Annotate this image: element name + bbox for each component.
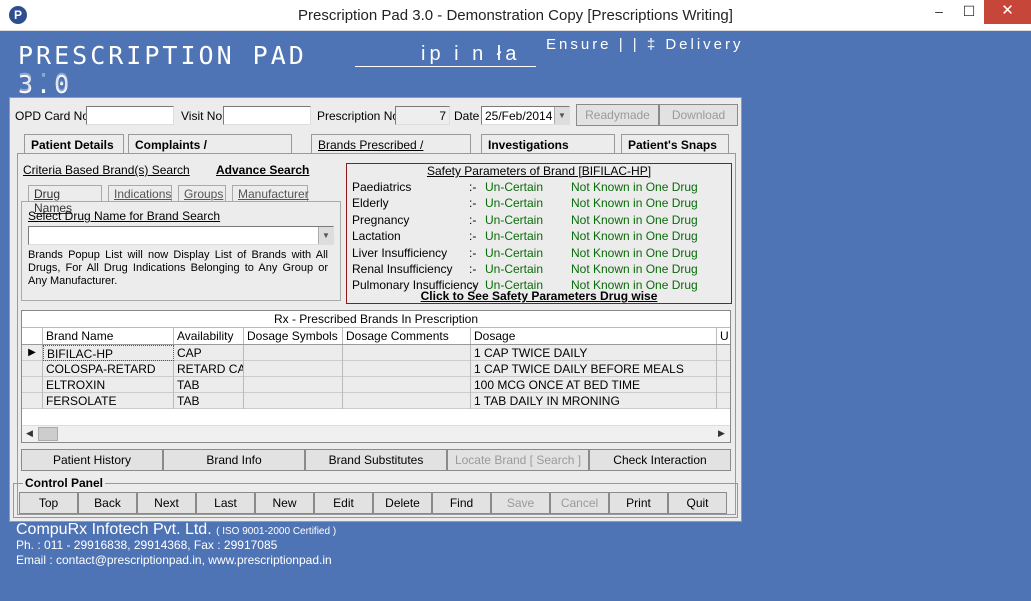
subtab-indications[interactable]: Indications xyxy=(108,185,172,201)
grid-title: Rx - Prescribed Brands In Prescription xyxy=(22,311,730,328)
table-row[interactable]: ELTROXIN TAB 100 MCG ONCE AT BED TIME xyxy=(22,377,730,393)
check-interaction-button[interactable]: Check Interaction xyxy=(589,449,731,471)
col-dosage-comments[interactable]: Dosage Comments xyxy=(343,328,471,344)
tab-patient-details[interactable]: Patient Details xyxy=(24,134,124,154)
company-email: Email : contact@prescriptionpad.in, www.… xyxy=(16,553,332,567)
company-phone: Ph. : 011 - 29916838, 29914368, Fax : 29… xyxy=(16,538,278,552)
banner-slogan-right: Ensure | | ‡ Delivery xyxy=(546,36,744,53)
top-button[interactable]: Top xyxy=(19,492,78,514)
opd-card-label: OPD Card No xyxy=(15,109,90,123)
scroll-thumb[interactable] xyxy=(38,427,58,441)
maximize-button[interactable]: ☐ xyxy=(954,0,984,24)
advance-search-link[interactable]: Advance Search xyxy=(216,163,309,177)
find-button[interactable]: Find xyxy=(432,492,491,514)
tab-investigations-details[interactable]: Investigations Details xyxy=(481,134,615,166)
drug-search-box: Select Drug Name for Brand Search ▼ Bran… xyxy=(21,201,341,301)
iso-certification: ( ISO 9001-2000 Certified ) xyxy=(216,526,337,537)
minimize-button[interactable]: – xyxy=(924,0,954,24)
delete-button[interactable]: Delete xyxy=(373,492,432,514)
brands-tab-panel: Criteria Based Brand(s) Search Advance S… xyxy=(17,153,736,515)
date-value: 25/Feb/2014 xyxy=(485,109,553,123)
col-dosage-symbols[interactable]: Dosage Symbols xyxy=(244,328,343,344)
table-row[interactable]: FERSOLATE TAB 1 TAB DAILY IN MRONING xyxy=(22,393,730,409)
next-button[interactable]: Next xyxy=(137,492,196,514)
subtab-groups[interactable]: Groups xyxy=(178,185,226,201)
chevron-down-icon[interactable]: ▼ xyxy=(554,107,569,124)
scroll-left-icon[interactable]: ◀ xyxy=(26,428,33,439)
prescription-no-label: Prescription No xyxy=(317,109,400,123)
table-row[interactable]: COLOSPA-RETARD RETARD CA 1 CAP TWICE DAI… xyxy=(22,361,730,377)
safety-parameters-box: Safety Parameters of Brand [BIFILAC-HP] … xyxy=(346,163,732,304)
banner-underline xyxy=(355,66,536,67)
criteria-search-link[interactable]: Criteria Based Brand(s) Search xyxy=(23,163,190,177)
date-label: Date xyxy=(454,109,480,123)
col-dosage[interactable]: Dosage xyxy=(471,328,717,344)
control-panel-caption: Control Panel xyxy=(23,476,106,490)
subtab-manufacturer[interactable]: Manufacturer xyxy=(232,185,309,201)
prescription-no-field: 7 xyxy=(395,106,450,125)
save-button[interactable]: Save xyxy=(491,492,550,514)
last-button[interactable]: Last xyxy=(196,492,255,514)
banner-slogan: ip i n ła Ensure | | ‡ Delivery xyxy=(347,33,790,97)
opd-card-field[interactable] xyxy=(86,106,174,125)
patient-history-button[interactable]: Patient History xyxy=(21,449,163,471)
table-row[interactable]: ▶ BIFILAC-HP CAP 1 CAP TWICE DAILY xyxy=(22,345,730,361)
readymade-button[interactable]: Readymade xyxy=(576,104,659,126)
banner-slogan-left: ip i n ła xyxy=(421,43,521,65)
company-name: CompuRx Infotech Pvt. Ltd. xyxy=(16,521,212,538)
close-button[interactable]: ✕ xyxy=(984,0,1031,24)
prescription-form: OPD Card No Visit No Prescription No 7 D… xyxy=(9,97,742,522)
visit-no-label: Visit No xyxy=(181,109,223,123)
grid-header: Brand Name Availability Dosage Symbols D… xyxy=(22,328,730,345)
company-info: CompuRx Infotech Pvt. Ltd. ( ISO 9001-20… xyxy=(16,521,336,539)
col-u[interactable]: U xyxy=(717,328,730,344)
window-titlebar: P Prescription Pad 3.0 - Demonstration C… xyxy=(0,0,1031,31)
grid-horizontal-scrollbar[interactable]: ◀ ▶ xyxy=(22,425,730,442)
banner-logo: PRESCRIPTION PAD 3.0 PRESCRIPTION PAD 3.… xyxy=(10,33,347,125)
tab-brands-prescribed[interactable]: Brands Prescribed / Dosage xyxy=(311,134,471,166)
safety-caption: Safety Parameters of Brand [BIFILAC-HP] xyxy=(426,164,652,178)
cancel-button[interactable]: Cancel xyxy=(550,492,609,514)
download-button[interactable]: Download xyxy=(659,104,738,126)
new-button[interactable]: New xyxy=(255,492,314,514)
subtab-drug-names[interactable]: Drug Names xyxy=(28,185,102,215)
brands-info-text: Brands Popup List will now Display List … xyxy=(28,249,328,287)
safety-drugwise-link[interactable]: Click to See Safety Parameters Drug wise xyxy=(347,289,731,303)
locate-brand-button[interactable]: Locate Brand [ Search ] xyxy=(447,449,589,471)
date-picker[interactable]: 25/Feb/2014 ▼ xyxy=(481,106,570,125)
col-availability[interactable]: Availability xyxy=(174,328,244,344)
row-pointer-icon: ▶ xyxy=(22,345,43,361)
brand-substitutes-button[interactable]: Brand Substitutes xyxy=(305,449,447,471)
tab-patients-snaps[interactable]: Patient's Snaps xyxy=(621,134,729,154)
control-panel: Control Panel Top Back Next Last New Edi… xyxy=(13,476,738,518)
drug-name-select[interactable]: ▼ xyxy=(28,226,334,245)
back-button[interactable]: Back xyxy=(78,492,137,514)
window-title: Prescription Pad 3.0 - Demonstration Cop… xyxy=(298,7,733,24)
scroll-right-icon[interactable]: ▶ xyxy=(718,428,725,439)
prescribed-brands-grid: Rx - Prescribed Brands In Prescription B… xyxy=(21,310,731,443)
chevron-down-icon[interactable]: ▼ xyxy=(318,227,333,244)
visit-no-field[interactable] xyxy=(223,106,311,125)
col-brand-name[interactable]: Brand Name xyxy=(43,328,174,344)
brand-info-button[interactable]: Brand Info xyxy=(163,449,305,471)
quit-button[interactable]: Quit xyxy=(668,492,727,514)
select-drug-label: Select Drug Name for Brand Search xyxy=(28,209,221,223)
edit-button[interactable]: Edit xyxy=(314,492,373,514)
print-button[interactable]: Print xyxy=(609,492,668,514)
row-marker-header xyxy=(22,328,43,344)
tab-complaints-examinations[interactable]: Complaints / Examinations xyxy=(128,134,292,166)
